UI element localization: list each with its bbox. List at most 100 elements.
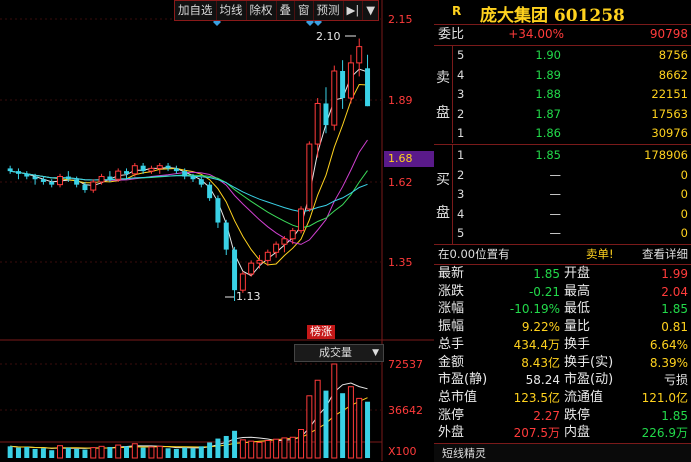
sell-price: 1.88 (535, 87, 561, 102)
sell-level-row[interactable]: 5 1.90 8756 (434, 46, 691, 65)
sell-level-number: 4 (457, 67, 465, 82)
candle-body (124, 171, 130, 174)
volume-bar (215, 438, 221, 458)
volume-bar (107, 446, 113, 458)
stat-label: 振幅 (438, 319, 465, 335)
stat-value: 1.85 (661, 408, 688, 423)
quote-panel: R 庞大集团 601258 委比 +34.00% 90798 卖 盘 5 1.90… (434, 0, 691, 461)
sell-level-row[interactable]: 3 1.88 22151 (434, 85, 691, 104)
stat-label: 量比 (564, 319, 591, 335)
buy-level-row[interactable]: 3 — 0 (434, 185, 691, 204)
stock-title: 庞大集团 601258 (480, 6, 625, 26)
sell-level-number: 5 (457, 48, 465, 62)
candle-body (32, 176, 38, 180)
stat-value: 58.24 (525, 373, 560, 388)
buy-level-number: 5 (457, 226, 465, 241)
candle-body (331, 70, 338, 126)
volume-bar (40, 448, 46, 458)
stat-label: 市盈(动) (564, 372, 614, 388)
stat-label: 市盈(静) (438, 372, 488, 388)
candle-body (340, 71, 346, 99)
volume-unit-label: X100 (388, 445, 417, 458)
menu-dropdown-icon[interactable]: ▼ (363, 1, 378, 20)
candle-body (281, 238, 288, 245)
price-axis-label: 1.62 (388, 176, 413, 189)
candle-body (165, 165, 171, 169)
volume-bar (124, 446, 130, 458)
view-detail-link[interactable]: 查看详细 (642, 245, 688, 264)
sell-level-number: 1 (457, 126, 465, 141)
volume-bar (264, 440, 271, 459)
candle-body (182, 171, 188, 177)
ma-line (10, 139, 368, 245)
ex-rights-button[interactable]: 除权 (247, 1, 277, 20)
indicator-selector[interactable]: 成交量 ▼ (294, 344, 384, 362)
candle-body (49, 181, 55, 185)
candle-body (173, 168, 179, 172)
sell-level-row[interactable]: 2 1.87 17563 (434, 105, 691, 124)
kline-chart[interactable] (0, 0, 434, 461)
buy-level-row[interactable]: 5 — 0 (434, 224, 691, 243)
sell-level-row[interactable]: 1 1.86 30976 (434, 124, 691, 143)
volume-bar (340, 393, 346, 458)
stat-value: 亏损 (663, 373, 688, 388)
overlay-button[interactable]: 叠 (277, 1, 295, 20)
volume-bar (156, 445, 163, 459)
forecast-button[interactable]: 预测 (314, 1, 344, 20)
buy-price: — (549, 187, 562, 202)
position-sell-note: 卖单! (586, 247, 614, 261)
indicator-label: 成交量 (319, 346, 352, 359)
volume-bar (165, 448, 171, 458)
volume-bar (323, 390, 329, 458)
volume-bar (289, 436, 296, 459)
current-price-marker: 1.68 (384, 151, 434, 167)
r-badge: R (452, 4, 462, 18)
short-term-sprite-tab[interactable]: 短线精灵 (442, 445, 486, 461)
stat-label: 内盘 (564, 425, 591, 441)
bottom-bar: 短线精灵 (434, 443, 691, 462)
candle-body (365, 68, 371, 107)
weibi-ratio: +34.00% (508, 27, 564, 41)
buy-level-row[interactable]: 4 — 0 (434, 205, 691, 224)
buy-price: — (549, 167, 562, 182)
volume-bar (90, 447, 97, 459)
buy-volume: 178906 (644, 148, 688, 162)
weibi-label: 委比 (438, 27, 465, 42)
candle-body (98, 176, 105, 183)
buy-volume: 0 (680, 167, 688, 182)
low-price-label: 1.13 (236, 290, 261, 303)
buy-volume: 0 (680, 226, 688, 241)
chart-toolbar: 加自选 均线 除权 叠 窗 预测 ▶| ▼ (174, 0, 380, 21)
candle-body (90, 181, 97, 191)
candle-body (239, 273, 246, 291)
volume-bar (98, 445, 105, 459)
buy-volume: 0 (680, 206, 688, 221)
buy-level-number: 1 (457, 148, 465, 162)
volume-bar (314, 379, 321, 459)
position-text: 在0.00位置有 (438, 247, 510, 261)
volume-bar (365, 401, 371, 458)
list-tag-badge[interactable]: 榜涨 (307, 325, 335, 339)
stat-value: 6.64% (649, 337, 688, 352)
buy-level-row[interactable]: 2 — 0 (434, 166, 691, 185)
ma-button[interactable]: 均线 (217, 1, 247, 20)
stock-header: R 庞大集团 601258 (434, 0, 691, 26)
candle-body (190, 176, 196, 180)
stat-value: 8.43亿 (521, 355, 560, 370)
volume-bar (281, 437, 288, 459)
sell-volume: 8662 (658, 67, 688, 82)
volume-bar (356, 397, 363, 459)
candle-body (347, 62, 354, 99)
stat-value: 2.04 (661, 284, 688, 299)
add-watchlist-button[interactable]: 加自选 (175, 1, 217, 20)
candle-body (248, 262, 255, 275)
buy-level-row[interactable]: 1 1.85 178906 (434, 146, 691, 165)
window-button[interactable]: 窗 (295, 1, 314, 20)
stat-value: 1.85 (661, 302, 688, 317)
nav-end-icon[interactable]: ▶| (344, 1, 364, 20)
volume-bar (24, 446, 30, 458)
price-axis-label: 2.15 (388, 13, 413, 26)
sell-level-row[interactable]: 4 1.89 8662 (434, 66, 691, 85)
stat-label: 跌停 (564, 407, 591, 423)
volume-ma-line (10, 397, 368, 449)
